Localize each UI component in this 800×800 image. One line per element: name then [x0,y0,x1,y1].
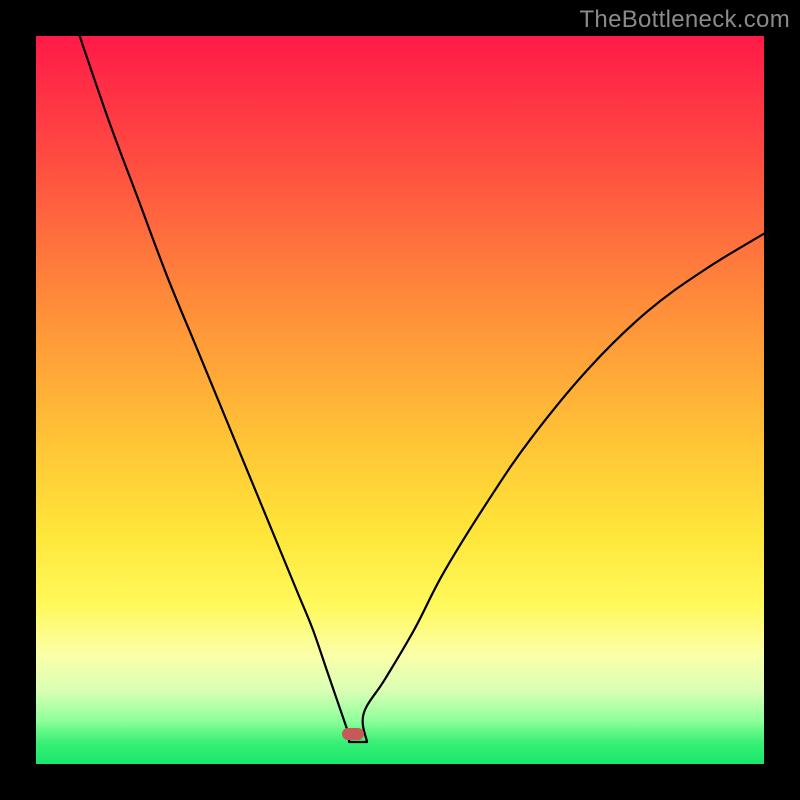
plot-area [36,36,764,764]
optimal-marker [342,728,364,740]
bottleneck-curve [36,36,764,764]
watermark-text: TheBottleneck.com [579,6,790,34]
chart-frame: TheBottleneck.com [0,0,800,800]
